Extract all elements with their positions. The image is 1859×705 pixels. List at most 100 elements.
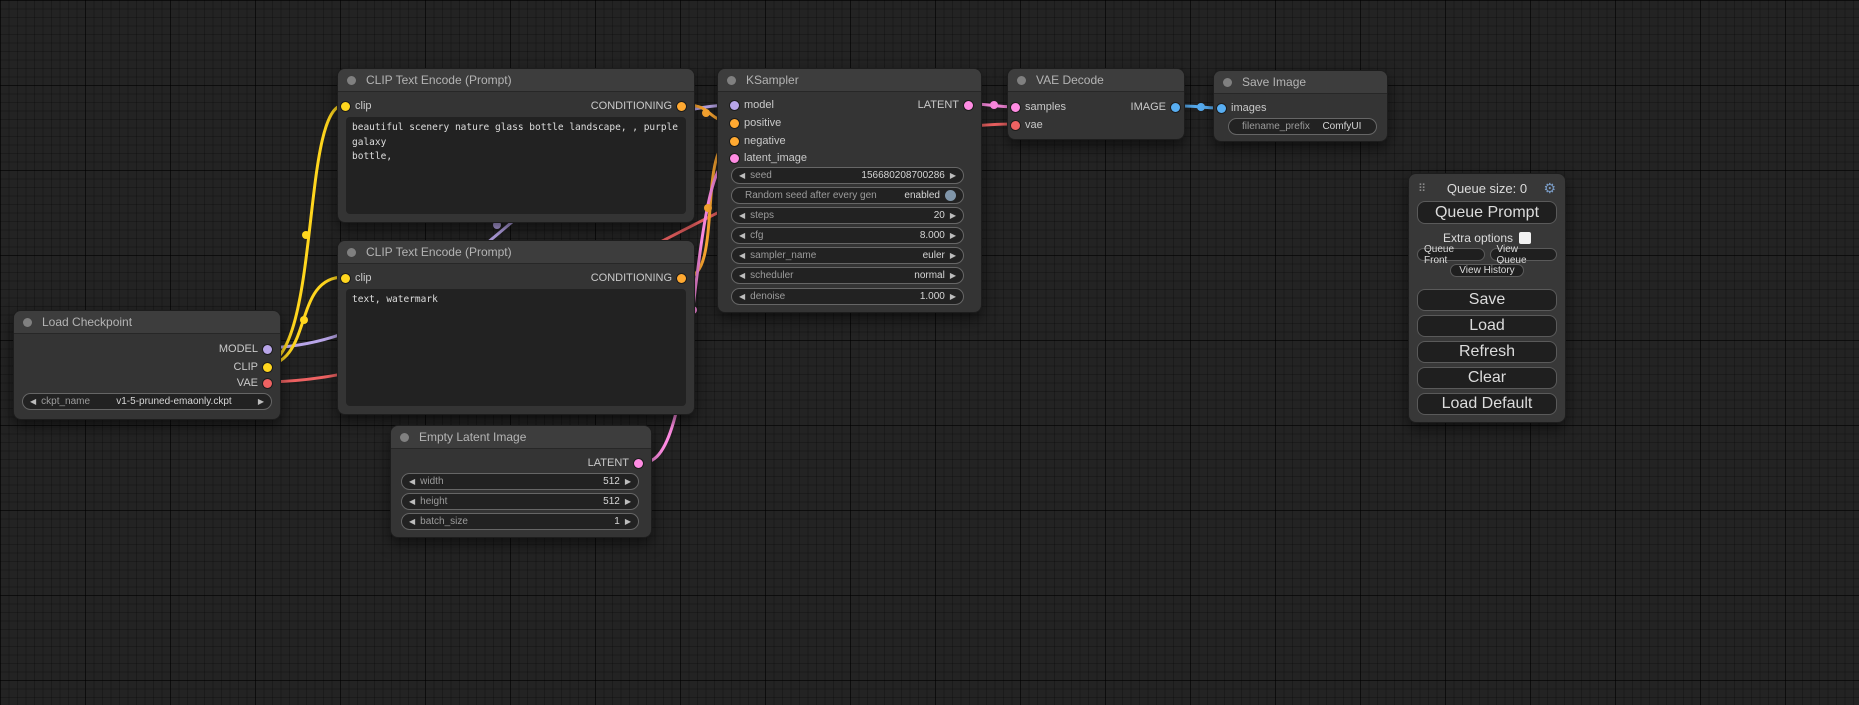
input-slot-clip[interactable]: clip	[341, 99, 372, 113]
collapse-dot-icon[interactable]	[1223, 78, 1232, 87]
model-slot-dot[interactable]	[263, 345, 272, 354]
decrement-arrow-icon[interactable]: ◀	[409, 494, 415, 509]
input-slot-positive[interactable]: positive	[730, 116, 781, 130]
decrement-arrow-icon[interactable]: ◀	[739, 248, 745, 263]
increment-arrow-icon[interactable]: ▶	[950, 289, 956, 304]
increment-arrow-icon[interactable]: ▶	[625, 494, 631, 509]
scheduler-widget[interactable]: ◀ scheduler normal ▶	[731, 267, 964, 284]
batch-size-widget[interactable]: ◀ batch_size 1 ▶	[401, 513, 639, 530]
view-queue-button[interactable]: View Queue	[1490, 248, 1558, 261]
clear-button[interactable]: Clear	[1417, 367, 1557, 389]
output-slot-vae[interactable]: VAE	[237, 376, 272, 390]
increment-arrow-icon[interactable]: ▶	[625, 514, 631, 529]
collapse-dot-icon[interactable]	[347, 76, 356, 85]
refresh-button[interactable]: Refresh	[1417, 341, 1557, 363]
positive-prompt-textarea[interactable]: beautiful scenery nature glass bottle la…	[346, 117, 686, 214]
node-save-image[interactable]: Save Image images filename_prefix ComfyU…	[1213, 70, 1388, 142]
node-vae-decode[interactable]: VAE Decode samples IMAGE vae	[1007, 68, 1185, 140]
increment-arrow-icon[interactable]: ▶	[258, 394, 264, 409]
node-title-bar[interactable]: KSampler	[718, 69, 981, 92]
output-slot-conditioning[interactable]: CONDITIONING	[591, 99, 686, 113]
output-slot-model[interactable]: MODEL	[219, 342, 272, 356]
increment-arrow-icon[interactable]: ▶	[625, 474, 631, 489]
input-slot-images[interactable]: images	[1217, 101, 1266, 115]
settings-gear-icon[interactable]: ⚙	[1543, 179, 1556, 197]
latent-slot-dot[interactable]	[634, 459, 643, 468]
latent-slot-dot[interactable]	[730, 154, 739, 163]
view-history-button[interactable]: View History	[1450, 264, 1524, 277]
decrement-arrow-icon[interactable]: ◀	[739, 228, 745, 243]
increment-arrow-icon[interactable]: ▶	[950, 228, 956, 243]
increment-arrow-icon[interactable]: ▶	[950, 208, 956, 223]
queue-front-button[interactable]: Queue Front	[1417, 248, 1485, 261]
queue-prompt-button[interactable]: Queue Prompt	[1417, 201, 1557, 224]
cfg-widget[interactable]: ◀ cfg 8.000 ▶	[731, 227, 964, 244]
node-clip-text-encode-negative[interactable]: CLIP Text Encode (Prompt) clip CONDITION…	[337, 240, 695, 415]
steps-widget[interactable]: ◀ steps 20 ▶	[731, 207, 964, 224]
conditioning-slot-dot[interactable]	[677, 102, 686, 111]
image-slot-dot[interactable]	[1217, 104, 1226, 113]
height-widget[interactable]: ◀ height 512 ▶	[401, 493, 639, 510]
input-slot-vae[interactable]: vae	[1011, 118, 1043, 132]
node-title-bar[interactable]: CLIP Text Encode (Prompt)	[338, 69, 694, 92]
output-slot-image[interactable]: IMAGE	[1131, 100, 1180, 114]
random-seed-widget[interactable]: Random seed after every gen enabled	[731, 187, 964, 204]
conditioning-slot-dot[interactable]	[677, 274, 686, 283]
load-default-button[interactable]: Load Default	[1417, 393, 1557, 415]
collapse-dot-icon[interactable]	[347, 248, 356, 257]
input-slot-clip[interactable]: clip	[341, 271, 372, 285]
ckpt-name-widget[interactable]: ◀ ckpt_name v1-5-pruned-emaonly.ckpt ▶	[22, 393, 272, 410]
node-load-checkpoint[interactable]: Load Checkpoint MODEL CLIP VAE ◀ ckpt_na…	[13, 310, 281, 420]
latent-slot-dot[interactable]	[964, 101, 973, 110]
increment-arrow-icon[interactable]: ▶	[950, 248, 956, 263]
extra-options-checkbox[interactable]	[1519, 232, 1531, 244]
input-slot-latent-image[interactable]: latent_image	[730, 151, 807, 165]
output-slot-latent[interactable]: LATENT	[918, 98, 973, 112]
negative-prompt-textarea[interactable]: text, watermark	[346, 289, 686, 406]
decrement-arrow-icon[interactable]: ◀	[739, 208, 745, 223]
decrement-arrow-icon[interactable]: ◀	[30, 394, 36, 409]
increment-arrow-icon[interactable]: ▶	[950, 168, 956, 183]
output-slot-conditioning[interactable]: CONDITIONING	[591, 271, 686, 285]
input-slot-negative[interactable]: negative	[730, 134, 786, 148]
decrement-arrow-icon[interactable]: ◀	[739, 168, 745, 183]
node-title-bar[interactable]: Load Checkpoint	[14, 311, 280, 334]
increment-arrow-icon[interactable]: ▶	[950, 268, 956, 283]
toggle-on-icon[interactable]	[945, 190, 956, 201]
node-title-bar[interactable]: Empty Latent Image	[391, 426, 651, 449]
node-clip-text-encode-positive[interactable]: CLIP Text Encode (Prompt) clip CONDITION…	[337, 68, 695, 223]
decrement-arrow-icon[interactable]: ◀	[739, 268, 745, 283]
width-widget[interactable]: ◀ width 512 ▶	[401, 473, 639, 490]
conditioning-slot-dot[interactable]	[730, 137, 739, 146]
node-title-bar[interactable]: CLIP Text Encode (Prompt)	[338, 241, 694, 264]
node-ksampler[interactable]: KSampler model LATENT positive negative …	[717, 68, 982, 313]
vae-slot-dot[interactable]	[1011, 121, 1020, 130]
input-slot-model[interactable]: model	[730, 98, 774, 112]
sampler-name-widget[interactable]: ◀ sampler_name euler ▶	[731, 247, 964, 264]
output-slot-latent[interactable]: LATENT	[588, 456, 643, 470]
input-slot-samples[interactable]: samples	[1011, 100, 1066, 114]
collapse-dot-icon[interactable]	[727, 76, 736, 85]
clip-slot-dot[interactable]	[341, 274, 350, 283]
load-button[interactable]: Load	[1417, 315, 1557, 337]
collapse-dot-icon[interactable]	[400, 433, 409, 442]
decrement-arrow-icon[interactable]: ◀	[739, 289, 745, 304]
collapse-dot-icon[interactable]	[1017, 76, 1026, 85]
clip-slot-dot[interactable]	[341, 102, 350, 111]
clip-slot-dot[interactable]	[263, 363, 272, 372]
filename-prefix-widget[interactable]: filename_prefix ComfyUI	[1228, 118, 1377, 135]
node-title-bar[interactable]: Save Image	[1214, 71, 1387, 94]
model-slot-dot[interactable]	[730, 101, 739, 110]
output-slot-clip[interactable]: CLIP	[234, 360, 272, 374]
decrement-arrow-icon[interactable]: ◀	[409, 514, 415, 529]
denoise-widget[interactable]: ◀ denoise 1.000 ▶	[731, 288, 964, 305]
collapse-dot-icon[interactable]	[23, 318, 32, 327]
decrement-arrow-icon[interactable]: ◀	[409, 474, 415, 489]
vae-slot-dot[interactable]	[263, 379, 272, 388]
node-title-bar[interactable]: VAE Decode	[1008, 69, 1184, 92]
latent-slot-dot[interactable]	[1011, 103, 1020, 112]
image-slot-dot[interactable]	[1171, 103, 1180, 112]
node-empty-latent-image[interactable]: Empty Latent Image LATENT ◀ width 512 ▶ …	[390, 425, 652, 538]
seed-widget[interactable]: ◀ seed 156680208700286 ▶	[731, 167, 964, 184]
save-button[interactable]: Save	[1417, 289, 1557, 311]
